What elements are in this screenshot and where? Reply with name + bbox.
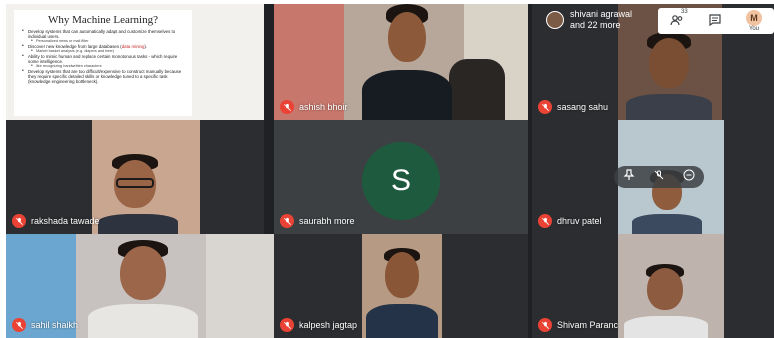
mic-off-icon bbox=[538, 100, 552, 114]
participant-tile-kalpesh-jagtap[interactable]: kalpesh jagtap bbox=[274, 234, 528, 338]
meeting-controls: 33 M You bbox=[658, 8, 774, 34]
participant-video bbox=[624, 264, 708, 338]
mic-off-icon bbox=[12, 214, 26, 228]
user-label: You bbox=[748, 26, 760, 32]
people-icon bbox=[670, 13, 684, 29]
participant-name-tag: rakshada tawade bbox=[12, 214, 100, 228]
participant-tile-saurabh-more[interactable]: S saurabh more bbox=[274, 120, 528, 234]
slide-bullets: Develop systems that can automatically a… bbox=[22, 29, 184, 84]
participant-name-tag: Shivam Paranc bbox=[538, 318, 618, 332]
participant-tile-ashish-bhoir[interactable]: ashish bhoir bbox=[274, 4, 528, 120]
participant-video bbox=[366, 248, 438, 338]
chat-icon bbox=[708, 13, 722, 29]
mic-off-icon bbox=[280, 100, 294, 114]
participant-name-tag: sahil shaikh bbox=[12, 318, 78, 332]
slide-bullet: Develop systems that are too difficult/e… bbox=[22, 69, 184, 85]
people-button[interactable]: 33 bbox=[670, 9, 688, 29]
slide-title: Why Machine Learning? bbox=[48, 14, 158, 26]
tile-hover-controls bbox=[614, 166, 704, 188]
presentation-tile[interactable]: Why Machine Learning? Develop systems th… bbox=[6, 4, 264, 120]
viewer-avatar bbox=[546, 11, 564, 29]
participant-name-tag: kalpesh jagtap bbox=[280, 318, 357, 332]
mic-off-icon bbox=[280, 214, 294, 228]
people-count: 33 bbox=[681, 9, 688, 15]
mic-off-icon bbox=[538, 214, 552, 228]
participant-video bbox=[88, 240, 198, 338]
mic-off-icon bbox=[12, 318, 26, 332]
viewers-chip[interactable]: shivani agrawal and 22 more bbox=[540, 9, 650, 31]
user-avatar: M bbox=[746, 10, 762, 26]
mic-off-icon bbox=[280, 318, 294, 332]
participant-tile-sahil-shaikh[interactable]: sahil shaikh bbox=[6, 234, 274, 338]
mute-participant-icon[interactable] bbox=[653, 168, 665, 186]
participant-name-tag: sasang sahu bbox=[538, 100, 608, 114]
chat-button[interactable] bbox=[708, 13, 722, 29]
top-right-overlay: shivani agrawal and 22 more 33 M You bbox=[540, 4, 774, 36]
viewer-more: and 22 more bbox=[570, 20, 621, 30]
participant-tile-rakshada-tawade[interactable]: rakshada tawade bbox=[6, 120, 264, 234]
participant-tile-shivam-paranc[interactable]: Shivam Paranc bbox=[532, 234, 774, 338]
more-options-icon[interactable] bbox=[683, 168, 695, 186]
participant-video bbox=[362, 4, 452, 120]
slide-bullet: Ability to mimic human and replace certa… bbox=[22, 54, 184, 64]
slide-page: Why Machine Learning? Develop systems th… bbox=[14, 10, 192, 116]
participant-name-tag: saurabh more bbox=[280, 214, 355, 228]
participant-video bbox=[624, 32, 714, 120]
participant-name-tag: ashish bhoir bbox=[280, 100, 348, 114]
mic-off-icon bbox=[538, 318, 552, 332]
pin-icon[interactable] bbox=[623, 168, 635, 186]
meeting-grid: Why Machine Learning? Develop systems th… bbox=[6, 4, 774, 338]
viewer-name: shivani agrawal bbox=[570, 9, 633, 19]
participant-name-tag: dhruv patel bbox=[538, 214, 602, 228]
slide-bullet: Develop systems that can automatically a… bbox=[22, 29, 184, 39]
self-view[interactable]: M You bbox=[746, 10, 762, 32]
participant-video bbox=[98, 154, 178, 234]
participant-avatar: S bbox=[362, 142, 440, 220]
